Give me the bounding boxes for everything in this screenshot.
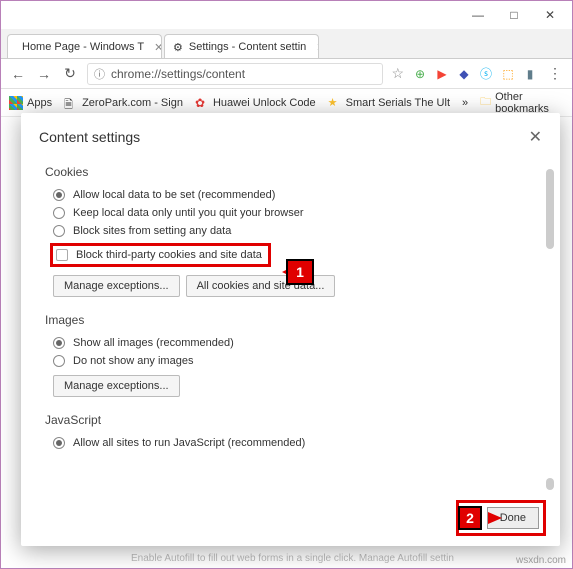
tab-label: Settings - Content settin bbox=[189, 41, 306, 53]
cookies-block-radio[interactable]: Block sites from setting any data bbox=[53, 225, 532, 237]
option-label: Do not show any images bbox=[73, 355, 193, 367]
tab-settings[interactable]: ⚙ Settings - Content settin ✕ bbox=[164, 34, 319, 58]
site-info-icon[interactable]: ⓘ bbox=[94, 66, 105, 82]
apps-icon bbox=[9, 96, 23, 110]
callout-arrow-icon bbox=[488, 512, 502, 524]
images-hide-radio[interactable]: Do not show any images bbox=[53, 355, 532, 367]
callout-2: 2 bbox=[458, 506, 482, 530]
dialog-body: Cookies Allow local data to be set (reco… bbox=[21, 165, 560, 546]
dialog-close-button[interactable]: ✕ bbox=[529, 127, 542, 147]
bookmarks-overflow[interactable]: » bbox=[462, 97, 468, 109]
option-label: Keep local data only until you quit your… bbox=[73, 207, 304, 219]
close-tab-icon[interactable]: ✕ bbox=[316, 41, 319, 54]
radio-icon bbox=[53, 225, 65, 237]
radio-selected-icon bbox=[53, 189, 65, 201]
tab-home-page[interactable]: Home Page - Windows T ✕ bbox=[7, 34, 162, 58]
scrollbar-down-icon[interactable] bbox=[546, 478, 554, 490]
background-text: Enable Autofill to fill out web forms in… bbox=[131, 553, 454, 564]
highlight-box-1: Block third-party cookies and site data bbox=[50, 243, 271, 267]
callout-1-group: 1 bbox=[286, 265, 296, 279]
javascript-section: JavaScript Allow all sites to run JavaSc… bbox=[45, 413, 532, 449]
bookmark-label: Huawei Unlock Code bbox=[213, 97, 316, 109]
option-label: Show all images (recommended) bbox=[73, 337, 234, 349]
reload-button[interactable]: ↻ bbox=[61, 65, 79, 83]
section-heading: JavaScript bbox=[45, 413, 532, 427]
other-bookmarks[interactable]: 🗀 Other bookmarks bbox=[480, 91, 564, 115]
dialog-title: Content settings bbox=[39, 129, 140, 145]
page-icon: 🗎 bbox=[64, 96, 78, 110]
js-allow-radio[interactable]: Allow all sites to run JavaScript (recom… bbox=[53, 437, 532, 449]
extension-icon[interactable]: ⊕ bbox=[412, 66, 428, 82]
gear-icon: ⚙ bbox=[173, 40, 183, 54]
radio-selected-icon bbox=[53, 437, 65, 449]
cookies-allow-radio[interactable]: Allow local data to be set (recommended) bbox=[53, 189, 532, 201]
watermark: wsxdn.com bbox=[516, 555, 566, 566]
url-text: chrome://settings/content bbox=[111, 67, 245, 81]
huawei-icon: ✿ bbox=[195, 96, 209, 110]
images-section: Images Show all images (recommended) Do … bbox=[45, 313, 532, 397]
window-titlebar: — □ ✕ bbox=[1, 1, 572, 29]
option-label: Allow local data to be set (recommended) bbox=[73, 189, 275, 201]
option-label: Block third-party cookies and site data bbox=[76, 249, 262, 261]
bookmark-label: ZeroPark.com - Sign bbox=[82, 97, 183, 109]
forward-button[interactable]: → bbox=[35, 65, 53, 83]
back-button[interactable]: ← bbox=[9, 65, 27, 83]
checkbox-icon bbox=[56, 249, 68, 261]
star-icon: ★ bbox=[328, 96, 342, 110]
bookmark-label: Smart Serials The Ult bbox=[346, 97, 450, 109]
extension-icon[interactable]: ◆ bbox=[456, 66, 472, 82]
bookmark-smartserials[interactable]: ★ Smart Serials The Ult bbox=[328, 96, 450, 110]
manage-exceptions-cookies-button[interactable]: Manage exceptions... bbox=[53, 275, 180, 297]
star-icon[interactable]: ☆ bbox=[391, 65, 404, 82]
radio-icon bbox=[53, 355, 65, 367]
radio-selected-icon bbox=[53, 337, 65, 349]
maximize-button[interactable]: □ bbox=[496, 5, 532, 25]
option-label: Allow all sites to run JavaScript (recom… bbox=[73, 437, 305, 449]
manage-exceptions-images-button[interactable]: Manage exceptions... bbox=[53, 375, 180, 397]
bookmark-zeropark[interactable]: 🗎 ZeroPark.com - Sign bbox=[64, 96, 183, 110]
section-heading: Images bbox=[45, 313, 532, 327]
minimize-button[interactable]: — bbox=[460, 5, 496, 25]
tab-label: Home Page - Windows T bbox=[22, 41, 144, 53]
radio-icon bbox=[53, 207, 65, 219]
close-window-button[interactable]: ✕ bbox=[532, 5, 568, 25]
close-tab-icon[interactable]: ✕ bbox=[154, 41, 162, 54]
section-heading: Cookies bbox=[45, 165, 532, 179]
address-bar[interactable]: ⓘ chrome://settings/content bbox=[87, 63, 383, 85]
address-bar-row: ← → ↻ ⓘ chrome://settings/content ☆ ⊕ ▶ … bbox=[1, 59, 572, 89]
extension-icon[interactable]: ⓢ bbox=[478, 66, 494, 82]
bookmark-label: Other bookmarks bbox=[495, 91, 564, 115]
bookmark-label: Apps bbox=[27, 97, 52, 109]
bookmark-huawei[interactable]: ✿ Huawei Unlock Code bbox=[195, 96, 316, 110]
callout-1: 1 bbox=[286, 259, 314, 285]
cookies-session-radio[interactable]: Keep local data only until you quit your… bbox=[53, 207, 532, 219]
extension-icon[interactable]: ▶ bbox=[434, 66, 450, 82]
folder-icon: 🗀 bbox=[480, 93, 491, 112]
extensions: ⊕ ▶ ◆ ⓢ ⬚ ▮ bbox=[412, 66, 538, 82]
extension-icon[interactable]: ▮ bbox=[522, 66, 538, 82]
block-third-party-checkbox[interactable]: Block third-party cookies and site data bbox=[56, 249, 262, 261]
extension-icon[interactable]: ⬚ bbox=[500, 66, 516, 82]
chrome-menu-icon[interactable]: ⋮ bbox=[546, 65, 564, 83]
content-settings-dialog: Content settings ✕ Cookies Allow local d… bbox=[21, 113, 560, 546]
scrollbar-thumb[interactable] bbox=[546, 169, 554, 249]
browser-tabs: Home Page - Windows T ✕ ⚙ Settings - Con… bbox=[1, 29, 572, 59]
images-show-radio[interactable]: Show all images (recommended) bbox=[53, 337, 532, 349]
option-label: Block sites from setting any data bbox=[73, 225, 231, 237]
apps-shortcut[interactable]: Apps bbox=[9, 96, 52, 110]
dialog-header: Content settings ✕ bbox=[21, 113, 560, 165]
